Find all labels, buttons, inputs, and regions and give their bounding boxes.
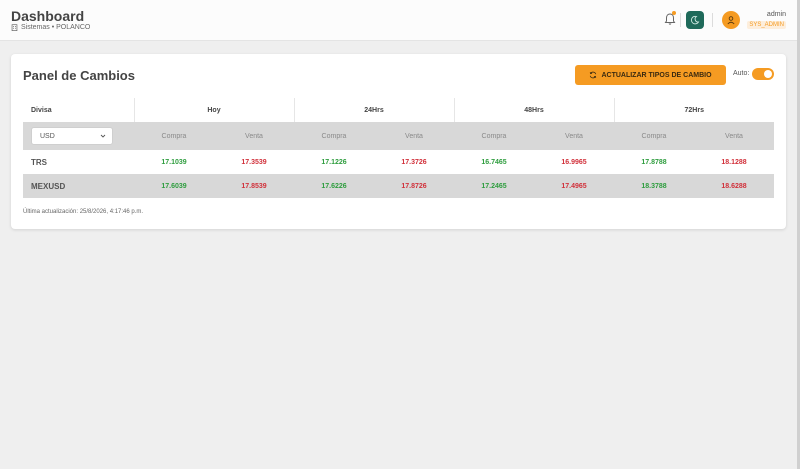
panel-title: Panel de Cambios [23,68,135,83]
sell-column-label: Venta [694,122,774,150]
buy-column-label: Compra [454,122,534,150]
buy-rate: 18.3788 [614,174,694,198]
notification-dot [672,11,676,15]
breadcrumb-text: Sistemas • POLANCO [21,24,91,31]
buy-rate: 16.7465 [481,158,507,166]
update-button-label: ACTUALIZAR TIPOS DE CAMBIO [601,71,712,79]
refresh-icon [590,71,597,79]
theme-toggle-button[interactable] [686,11,704,29]
sell-rate: 18.6288 [694,174,774,198]
divider [680,13,681,27]
moon-icon [691,15,700,25]
last-update-text: Última actualización: 25/8/2026, 4:17:46… [23,209,144,215]
table-subheader-row: USD Compra Venta Compra Venta Compra Ven… [23,122,774,150]
table-row: MEXUSD 17.6039 17.8539 17.6226 17.8726 1… [23,174,774,198]
period-header: 72Hrs [684,106,704,114]
sell-column-label: Venta [214,122,294,150]
sell-rate: 16.9965 [561,158,587,166]
currency-select-value: USD [40,132,55,140]
sell-rate: 17.4965 [534,174,614,198]
currency-header: Divisa [23,98,135,122]
currency-select[interactable]: USD [31,127,113,145]
chevron-down-icon [100,134,106,138]
sell-rate: 17.8539 [214,174,294,198]
exchange-panel-card: Panel de Cambios ACTUALIZAR TIPOS DE CAM… [11,54,786,229]
currency-name: TRS [31,157,47,167]
auto-toggle[interactable] [752,68,774,80]
table-row: TRS 17.1039 17.3539 17.1226 17.3726 16.7… [23,150,774,174]
period-header: Hoy [134,98,295,122]
sell-rate: 17.3726 [401,158,427,166]
period-header: 48Hrs [454,98,615,122]
user-name: admin [766,11,786,18]
currency-select-cell: USD [23,122,134,150]
currency-name: MEXUSD [23,174,134,198]
divider [712,13,713,27]
sell-rate: 17.3539 [241,158,267,166]
auto-label: Auto: [733,70,750,77]
buy-rate: 17.6226 [294,174,374,198]
sell-rate: 18.1288 [721,158,747,166]
top-bar: Dashboard Sistemas • POLANCO admin SYS_A… [0,0,800,41]
breadcrumb: Sistemas • POLANCO [11,24,90,31]
toggle-knob [764,70,772,78]
period-header: 24Hrs [294,98,455,122]
building-icon [11,24,18,31]
buy-column-label: Compra [614,122,694,150]
buy-column-label: Compra [134,122,214,150]
buy-rate: 17.1039 [161,158,187,166]
sell-rate: 17.8726 [374,174,454,198]
sell-column-label: Venta [374,122,454,150]
update-rates-button[interactable]: ACTUALIZAR TIPOS DE CAMBIO [575,65,726,85]
buy-rate: 17.1226 [321,158,347,166]
table-header-row: Divisa Hoy 24Hrs 48Hrs 72Hrs [23,98,774,122]
avatar[interactable] [722,11,740,29]
buy-column-label: Compra [294,122,374,150]
buy-rate: 17.6039 [134,174,214,198]
buy-rate: 17.2465 [454,174,534,198]
page-title: Dashboard [11,8,85,24]
buy-rate: 17.8788 [641,158,667,166]
user-icon [727,16,735,25]
rates-table: Divisa Hoy 24Hrs 48Hrs 72Hrs USD Compra … [23,98,774,198]
role-badge: SYS_ADMIN [747,21,786,29]
sell-column-label: Venta [534,122,614,150]
